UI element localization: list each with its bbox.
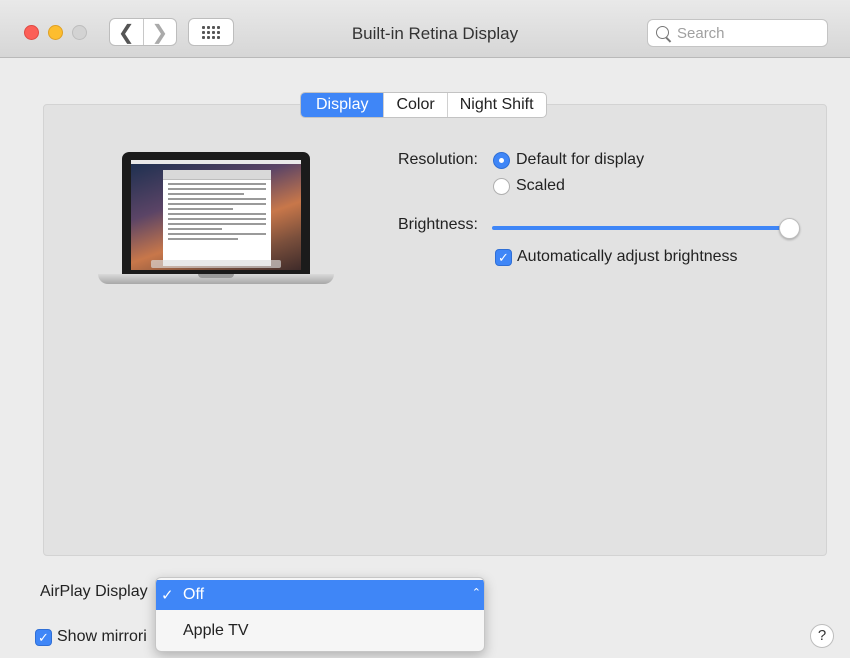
radio-default-for-display[interactable] — [493, 152, 510, 169]
auto-brightness-label[interactable]: Automatically adjust brightness — [517, 248, 738, 266]
laptop-lid — [122, 152, 310, 274]
title-bar: ❮ ❯ Built-in Retina Display Search — [0, 0, 850, 58]
show-mirroring-checkbox[interactable]: ✓ — [35, 629, 52, 646]
airplay-display-label: AirPlay Display — [40, 583, 148, 600]
search-placeholder: Search — [677, 25, 725, 42]
laptop-screen — [131, 160, 301, 270]
help-button[interactable]: ? — [810, 624, 834, 648]
tab-color[interactable]: Color — [383, 93, 446, 117]
auto-brightness-checkbox[interactable]: ✓ — [495, 249, 512, 266]
search-field[interactable]: Search — [647, 19, 828, 47]
option-default-for-display[interactable]: Default for display — [516, 151, 644, 169]
brightness-slider-knob[interactable] — [779, 218, 800, 239]
laptop-display-image — [98, 152, 334, 296]
checkmark-icon: ✓ — [161, 587, 174, 604]
navigation-buttons: ❮ ❯ — [109, 18, 177, 46]
brightness-slider-track[interactable] — [492, 226, 792, 230]
tab-night-shift[interactable]: Night Shift — [446, 93, 546, 117]
zoom-button[interactable] — [72, 25, 87, 40]
tab-bar: Display Color Night Shift — [300, 92, 547, 118]
close-button[interactable] — [24, 25, 39, 40]
chevron-left-icon: ❮ — [117, 21, 135, 44]
show-all-button[interactable] — [188, 18, 234, 46]
airplay-display-menu[interactable]: ✓ Off ⌃ Apple TV — [155, 577, 485, 652]
tab-display[interactable]: Display — [301, 93, 384, 117]
resolution-label: Resolution: — [397, 151, 478, 168]
chevron-right-icon: ❯ — [151, 21, 169, 44]
show-mirroring-label[interactable]: Show mirrori — [57, 628, 147, 646]
radio-scaled[interactable] — [493, 178, 510, 195]
minimize-button[interactable] — [48, 25, 63, 40]
window-title: Built-in Retina Display — [351, 24, 519, 43]
menu-item-apple-tv[interactable]: Apple TV — [156, 616, 484, 646]
dock-icon — [151, 260, 281, 268]
option-scaled[interactable]: Scaled — [516, 177, 565, 195]
menu-item-off[interactable]: ✓ Off ⌃ — [156, 580, 484, 610]
updown-arrows-icon: ⌃ — [471, 587, 481, 599]
grid-icon — [202, 25, 220, 39]
search-icon — [656, 26, 669, 39]
brightness-label: Brightness: — [397, 216, 478, 233]
forward-button[interactable]: ❯ — [142, 19, 177, 45]
back-button[interactable]: ❮ — [110, 19, 143, 45]
